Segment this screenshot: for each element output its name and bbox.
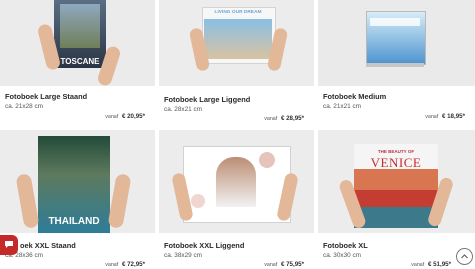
book-cover-photo xyxy=(216,157,256,207)
cover-title: VENICE xyxy=(370,155,422,170)
book-shadow xyxy=(366,63,424,67)
product-image[interactable]: THAILAND xyxy=(0,130,155,233)
product-card-xxl-staand[interactable]: THAILAND oek XXL Staand ca. 28x36 cm van… xyxy=(0,130,155,269)
left-hand xyxy=(15,173,40,229)
cover-title: THAILAND xyxy=(48,216,100,227)
cover-title: LIVING OUR DREAM xyxy=(214,10,262,15)
product-card-xl[interactable]: THE BEAUTY OF VENICE Fotoboek XL ca. 30x… xyxy=(318,130,475,269)
product-title[interactable]: Fotoboek XL xyxy=(323,241,368,250)
price-value: € 18,95* xyxy=(441,113,465,120)
book-cover-photo xyxy=(204,19,272,59)
price-from-label: vanaf xyxy=(425,114,439,120)
product-price: vanaf € 72,95* xyxy=(105,261,145,268)
product-card-xxl-liggend[interactable]: Fotoboek XXL Liggend ca. 38x29 cm vanaf … xyxy=(159,130,314,269)
product-size: ca. 21x28 cm xyxy=(5,103,44,110)
product-image[interactable]: LIVING OUR DREAM xyxy=(159,0,314,86)
price-from-label: vanaf xyxy=(264,262,278,268)
product-title[interactable]: Fotoboek Large Staand xyxy=(5,92,87,101)
price-from-label: vanaf xyxy=(264,116,278,122)
price-from-label: vanaf xyxy=(411,262,425,268)
product-price: vanaf € 28,95* xyxy=(264,115,304,122)
product-image[interactable] xyxy=(159,130,314,233)
product-card-large-staand[interactable]: TOSCANE Fotoboek Large Staand ca. 21x28 … xyxy=(0,0,155,126)
chevron-up-icon xyxy=(461,254,468,259)
scroll-top-button[interactable] xyxy=(456,248,473,265)
price-value: € 28,95* xyxy=(280,115,304,122)
product-image[interactable] xyxy=(318,0,475,86)
product-card-medium[interactable]: Fotoboek Medium ca. 21x21 cm vanaf € 18,… xyxy=(318,0,475,126)
cover-title: TOSCANE xyxy=(60,57,100,66)
product-image[interactable]: THE BEAUTY OF VENICE xyxy=(318,130,475,233)
flower-decoration xyxy=(191,194,205,208)
product-size: ca. 38x29 cm xyxy=(164,252,203,259)
product-price: vanaf € 18,95* xyxy=(425,113,465,120)
right-hand xyxy=(107,173,132,229)
price-from-label: vanaf xyxy=(105,114,119,120)
product-size: ca. 30x30 cm xyxy=(323,252,362,259)
product-size: ca. 21x21 cm xyxy=(323,103,362,110)
product-title[interactable]: oek XXL Staand xyxy=(20,241,76,250)
product-title[interactable]: Fotoboek XXL Liggend xyxy=(164,241,244,250)
price-from-label: vanaf xyxy=(105,262,119,268)
price-value: € 20,95* xyxy=(121,113,145,120)
chat-icon xyxy=(5,241,13,248)
chat-button[interactable] xyxy=(0,235,18,255)
product-size: ca. 28x21 cm xyxy=(164,106,203,113)
price-value: € 51,95* xyxy=(427,261,451,268)
cover-band xyxy=(370,18,420,26)
cover-small-title: THE BEAUTY OF xyxy=(377,149,415,154)
book-cover-photo xyxy=(60,4,100,48)
product-image[interactable]: TOSCANE xyxy=(0,0,155,86)
price-value: € 75,95* xyxy=(280,261,304,268)
product-title[interactable]: Fotoboek Large Liggend xyxy=(164,95,250,104)
product-card-large-liggend[interactable]: LIVING OUR DREAM Fotoboek Large Liggend … xyxy=(159,0,314,126)
product-grid: TOSCANE Fotoboek Large Staand ca. 21x28 … xyxy=(0,0,475,269)
price-value: € 72,95* xyxy=(121,261,145,268)
flower-decoration xyxy=(259,152,275,168)
product-price: vanaf € 20,95* xyxy=(105,113,145,120)
product-title[interactable]: Fotoboek Medium xyxy=(323,92,386,101)
product-price: vanaf € 75,95* xyxy=(264,261,304,268)
product-price: vanaf € 51,95* xyxy=(411,261,451,268)
